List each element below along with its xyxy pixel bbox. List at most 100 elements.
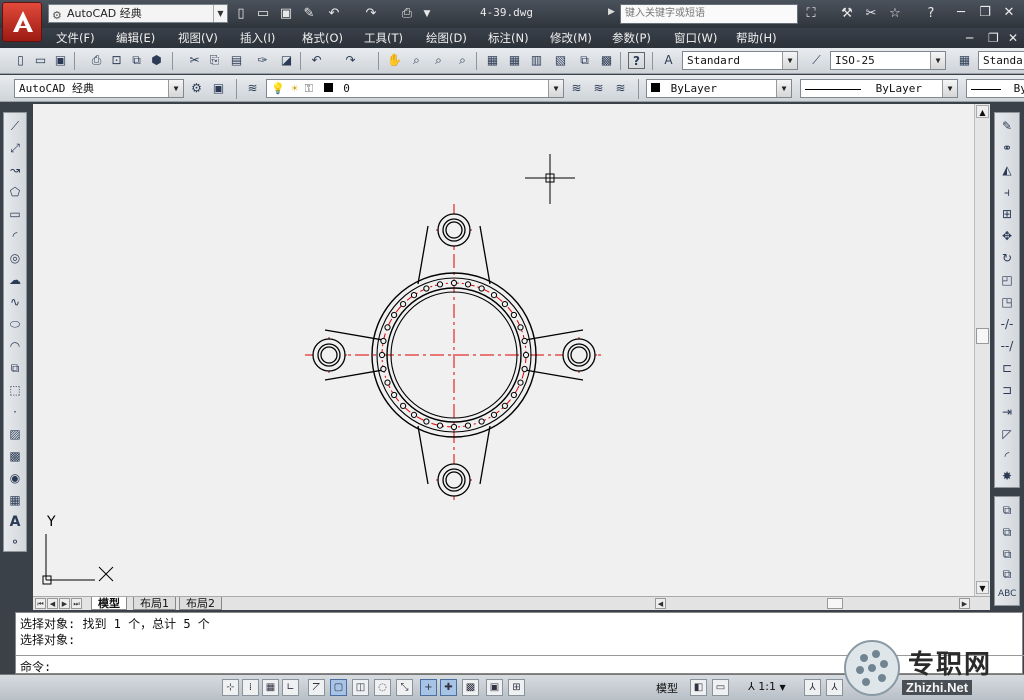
- rotate-icon[interactable]: ↻: [998, 249, 1016, 267]
- menu-draw[interactable]: 绘图(D): [426, 30, 467, 46]
- save-as-icon[interactable]: ✎: [300, 5, 318, 23]
- drawing-canvas[interactable]: Y: [33, 104, 974, 596]
- gradient-icon[interactable]: ▩: [6, 447, 24, 465]
- last-tab-icon[interactable]: ⏭: [71, 598, 82, 609]
- open-icon[interactable]: ▭: [32, 52, 49, 69]
- erase-icon[interactable]: ✎: [998, 117, 1016, 135]
- region-icon[interactable]: ◉: [6, 469, 24, 487]
- scroll-down-icon[interactable]: ▼: [976, 581, 989, 594]
- command-grip[interactable]: [0, 612, 15, 674]
- table-style-icon[interactable]: ▦: [956, 52, 973, 69]
- selection-cycling-icon[interactable]: ⊞: [508, 679, 525, 696]
- menu-insert[interactable]: 插入(I): [240, 30, 275, 46]
- menu-file[interactable]: 文件(F): [56, 30, 95, 46]
- binoculars-icon[interactable]: ⛶: [802, 5, 820, 23]
- bring-above-icon[interactable]: ⧉: [998, 545, 1016, 563]
- move-icon[interactable]: ✥: [998, 227, 1016, 245]
- bolt-hole[interactable]: [478, 285, 485, 292]
- menu-modify[interactable]: 修改(M): [550, 30, 592, 46]
- bolt-hole[interactable]: [380, 365, 387, 373]
- scale-icon[interactable]: ◰: [998, 271, 1016, 289]
- chevron-down-icon[interactable]: ▼: [782, 52, 797, 69]
- bolt-hole[interactable]: [510, 311, 517, 319]
- qnew-icon[interactable]: ▯: [12, 52, 29, 69]
- make-current-icon[interactable]: ≋: [568, 80, 585, 97]
- multiline-text-icon[interactable]: A: [6, 513, 24, 531]
- scroll-left-icon[interactable]: ◀: [655, 598, 666, 609]
- scroll-up-icon[interactable]: ▲: [976, 105, 989, 118]
- help-icon[interactable]: ?: [922, 5, 940, 23]
- bolt-hole[interactable]: [510, 391, 517, 399]
- save-icon[interactable]: ▣: [52, 52, 69, 69]
- linetype-select[interactable]: ByLayer ▼: [800, 79, 958, 98]
- open-file-icon[interactable]: ▭: [254, 5, 272, 23]
- plot-preview-icon[interactable]: ⊡: [108, 52, 125, 69]
- chevron-down-icon[interactable]: ▼: [942, 80, 957, 97]
- dim-style-select[interactable]: ISO-25 ▼: [830, 51, 946, 70]
- trim-icon[interactable]: -/-: [998, 315, 1016, 333]
- ellipse-icon[interactable]: ⬭: [6, 315, 24, 333]
- annotation-visibility-icon[interactable]: ⅄: [804, 679, 821, 696]
- table-icon[interactable]: ▦: [6, 491, 24, 509]
- grid-display-icon[interactable]: ▦: [262, 679, 279, 696]
- table-style-select[interactable]: Standar: [978, 51, 1024, 70]
- communication-icon[interactable]: ✂: [862, 5, 880, 23]
- bolt-hole[interactable]: [521, 337, 528, 345]
- bolt-hole[interactable]: [478, 418, 485, 425]
- polygon-icon[interactable]: ⬠: [6, 183, 24, 201]
- menu-edit[interactable]: 编辑(E): [116, 30, 155, 46]
- color-select[interactable]: ByLayer ▼: [646, 79, 792, 98]
- copy-object-icon[interactable]: ⚭: [998, 139, 1016, 157]
- cut-icon[interactable]: ✂: [186, 52, 203, 69]
- hatch-icon[interactable]: ▨: [6, 425, 24, 443]
- lineweight-icon[interactable]: ✚: [440, 679, 457, 696]
- zoom-realtime-icon[interactable]: ⌕: [408, 52, 425, 69]
- bolt-hole[interactable]: [490, 292, 498, 299]
- spline-icon[interactable]: ∿: [6, 293, 24, 311]
- object-snap-icon[interactable]: ▢: [330, 679, 347, 696]
- quick-access-dropdown-icon[interactable]: ▼: [418, 5, 436, 23]
- tab-model[interactable]: 模型: [91, 597, 127, 610]
- chevron-down-icon[interactable]: ▼: [168, 80, 183, 97]
- bring-to-front-icon[interactable]: ⧉: [998, 501, 1016, 519]
- bolt-hole[interactable]: [517, 324, 524, 331]
- revision-cloud-icon[interactable]: ☁: [6, 271, 24, 289]
- menu-dimension[interactable]: 标注(N): [488, 30, 529, 46]
- help-icon[interactable]: ?: [628, 52, 645, 69]
- model-space-label[interactable]: 模型: [656, 680, 678, 696]
- bolt-hole[interactable]: [410, 411, 418, 418]
- menu-window[interactable]: 窗口(W): [674, 30, 717, 46]
- polyline-icon[interactable]: ↝: [6, 161, 24, 179]
- doc-restore-icon[interactable]: ❐: [988, 30, 999, 46]
- object-snap-tracking-icon[interactable]: ◌: [374, 679, 391, 696]
- extend-icon[interactable]: --/: [998, 337, 1016, 355]
- zoom-window-icon[interactable]: ⌕: [430, 52, 447, 69]
- menu-parametric[interactable]: 参数(P): [612, 30, 651, 46]
- break-at-point-icon[interactable]: ⊏: [998, 359, 1016, 377]
- bolt-hole[interactable]: [378, 351, 386, 359]
- mirror-icon[interactable]: ◭: [998, 161, 1016, 179]
- menu-view[interactable]: 视图(V): [178, 30, 218, 46]
- save-icon[interactable]: ▣: [277, 5, 295, 23]
- bolt-hole[interactable]: [464, 281, 472, 288]
- offset-icon[interactable]: ⫞: [998, 183, 1016, 201]
- bolt-hole[interactable]: [410, 292, 418, 299]
- bolt-hole[interactable]: [522, 351, 530, 359]
- new-file-icon[interactable]: ▯: [232, 5, 250, 23]
- print-icon[interactable]: ⎙: [398, 5, 416, 23]
- dynamic-ucs-icon[interactable]: ⤡: [396, 679, 413, 696]
- block-editor-icon[interactable]: ◪: [278, 52, 295, 69]
- doc-minimize-icon[interactable]: ─: [966, 30, 973, 46]
- application-menu-button[interactable]: [2, 2, 42, 42]
- workspace-settings-icon[interactable]: ⚙: [188, 80, 205, 97]
- transparency-icon[interactable]: ▩: [462, 679, 479, 696]
- 3d-osnap-icon[interactable]: ◫: [352, 679, 369, 696]
- join-icon[interactable]: ⇥: [998, 403, 1016, 421]
- redo-icon[interactable]: ↷: [342, 52, 359, 69]
- dynamic-input-icon[interactable]: +: [420, 679, 437, 696]
- scroll-thumb[interactable]: [976, 328, 989, 344]
- exchange-icon[interactable]: ⚒: [838, 5, 856, 23]
- tab-layout1[interactable]: 布局1: [133, 597, 176, 610]
- make-block-icon[interactable]: ⬚: [6, 381, 24, 399]
- break-icon[interactable]: ⊐: [998, 381, 1016, 399]
